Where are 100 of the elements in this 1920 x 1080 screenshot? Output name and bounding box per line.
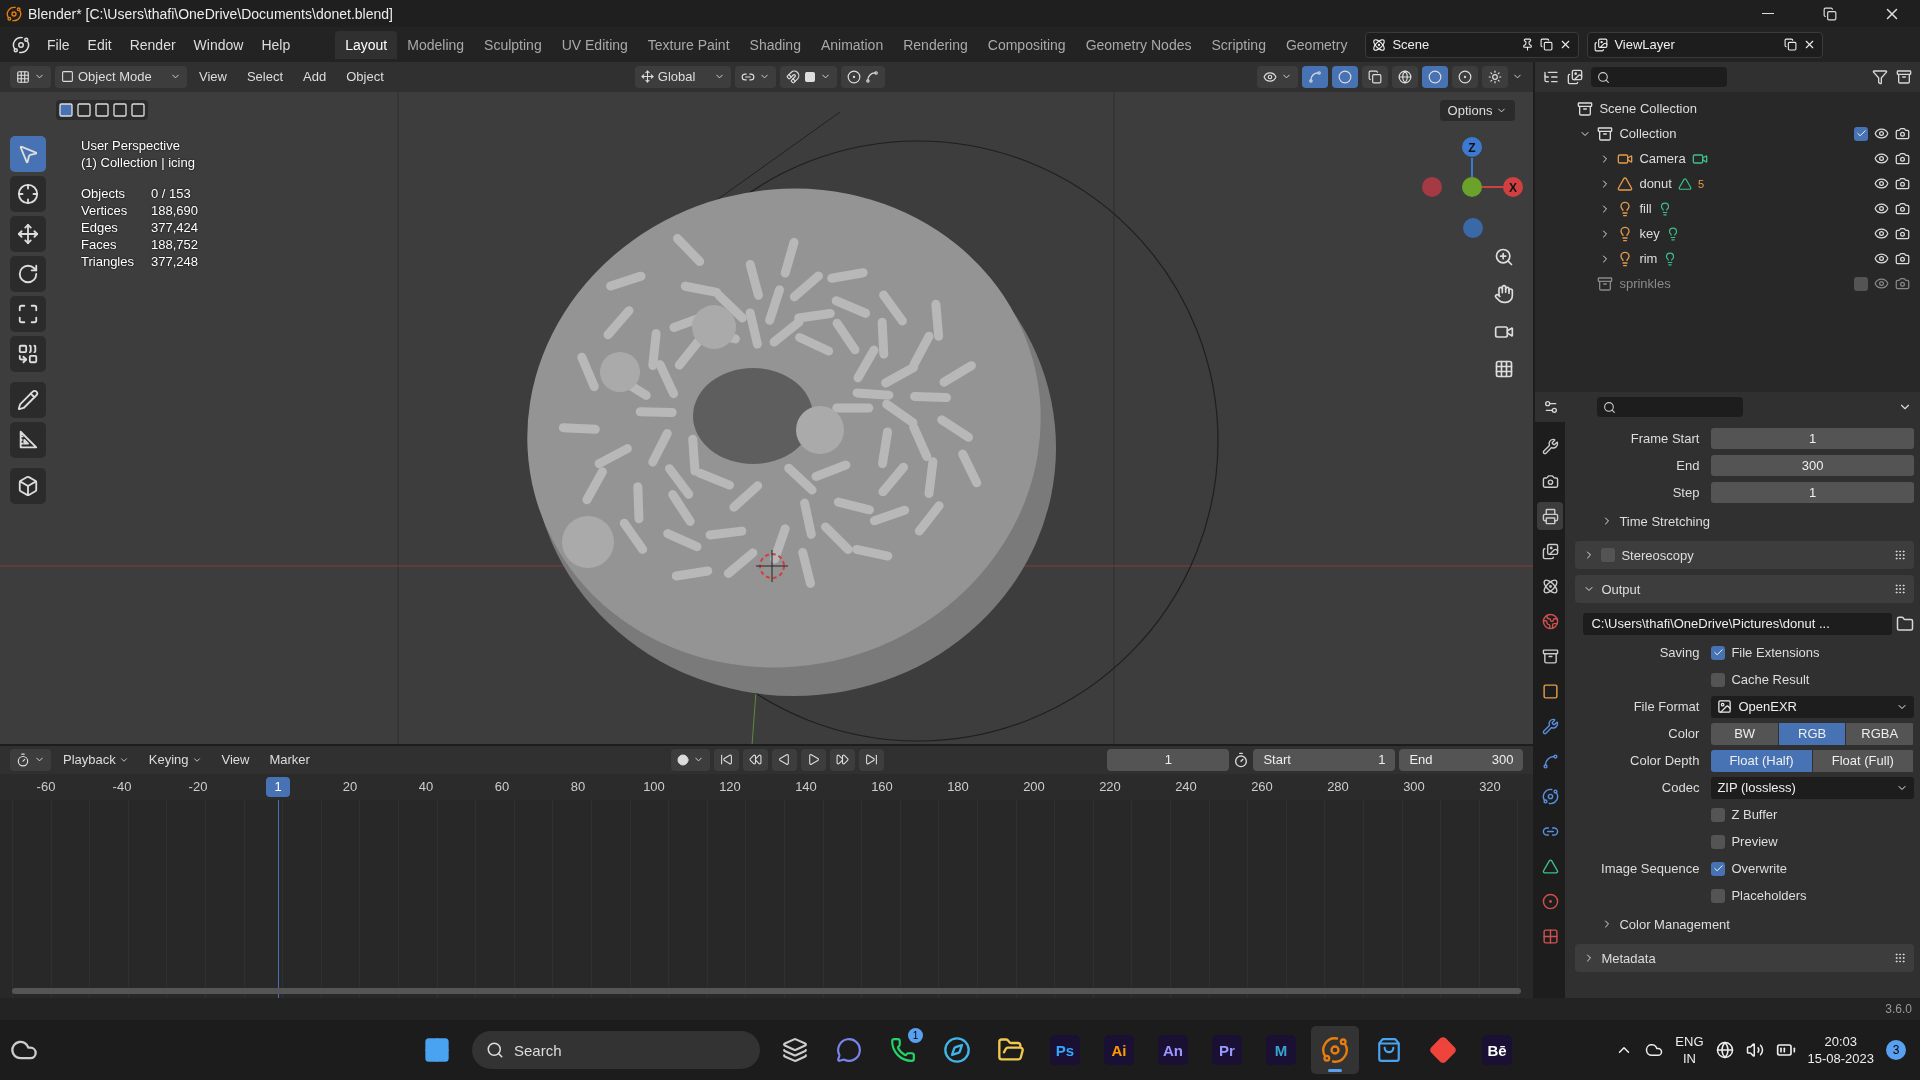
view-layer-selector[interactable]: ViewLayer: [1587, 31, 1824, 58]
menu-item[interactable]: Object: [338, 69, 392, 85]
panel-header[interactable]: Metadata: [1575, 944, 1914, 972]
clock-date[interactable]: 15-08-2023: [1807, 1050, 1874, 1067]
dropdown[interactable]: ZIP (lossless): [1711, 776, 1914, 799]
field-label: Step: [1671, 485, 1701, 500]
modifier-count: 5: [1697, 177, 1705, 190]
taskbar-app[interactable]: Ps: [1041, 1026, 1089, 1074]
menu-item[interactable]: Help: [252, 32, 300, 57]
number-field[interactable]: 1: [1711, 428, 1914, 449]
outliner-item[interactable]: donut: [1639, 176, 1672, 191]
view-title: User Perspective: [81, 137, 181, 153]
frame-tick: 320: [1478, 777, 1502, 796]
outliner-item[interactable]: fill: [1639, 201, 1652, 216]
window-title: Blender* [C:\Users\thafi\OneDrive\Documents\donet.blend]: [28, 5, 394, 22]
stat-value: 188,690: [151, 202, 198, 218]
menu-item[interactable]: View: [191, 69, 235, 85]
frame-tick: 240: [1174, 777, 1198, 796]
segment-option[interactable]: Float (Full): [1812, 749, 1914, 772]
taskbar-app[interactable]: 1: [879, 1026, 927, 1074]
menu-item[interactable]: Add: [295, 69, 335, 85]
workspace-tab[interactable]: Animation: [810, 30, 894, 59]
workspace-tab[interactable]: Compositing: [977, 30, 1076, 59]
current-frame-field[interactable]: 1: [1107, 748, 1230, 771]
frame-tick: 280: [1326, 777, 1350, 796]
workspace-tab[interactable]: Layout: [335, 30, 398, 59]
field-label: End: [1675, 458, 1701, 473]
frame-tick: -40: [111, 777, 133, 796]
checkbox-label: Z Buffer: [1731, 807, 1778, 822]
frame-tick: 300: [1402, 777, 1426, 796]
subpanel-title[interactable]: Time Stretching: [1619, 513, 1710, 529]
field-label: Frame Start: [1629, 431, 1701, 446]
playhead[interactable]: 1: [266, 776, 290, 797]
menu-item[interactable]: Window: [184, 32, 253, 57]
taskbar-app[interactable]: M: [1257, 1026, 1305, 1074]
panel-header[interactable]: Output: [1575, 575, 1914, 603]
workspace-tab[interactable]: Sculpting: [474, 30, 552, 59]
panel-header[interactable]: Stereoscopy: [1575, 541, 1914, 569]
panel-title: Output: [1601, 581, 1641, 597]
outliner-item[interactable]: rim: [1639, 251, 1658, 266]
menu-item[interactable]: Keying: [148, 752, 189, 768]
active-collection: (1) Collection | icing: [81, 154, 196, 170]
taskbar-app[interactable]: Pr: [1203, 1026, 1251, 1074]
end-frame-field[interactable]: End 300: [1399, 748, 1524, 771]
clock-time[interactable]: 20:03: [1824, 1033, 1857, 1050]
checkbox-label: Preview: [1731, 834, 1778, 849]
menu-item[interactable]: Select: [238, 69, 292, 85]
mode-dropdown[interactable]: Object Mode: [55, 65, 187, 88]
taskbar-app[interactable]: Bē: [1473, 1026, 1521, 1074]
orientation-dropdown[interactable]: Global: [634, 65, 731, 88]
workspace-tab[interactable]: Shading: [739, 30, 811, 59]
taskbar-app[interactable]: Ai: [1095, 1026, 1143, 1074]
scene-selector[interactable]: Scene: [1365, 31, 1580, 58]
outliner-item[interactable]: Scene Collection: [1599, 101, 1697, 116]
language-label[interactable]: ENG: [1675, 1033, 1704, 1050]
stat-value: 0 / 153: [151, 185, 192, 201]
axis-label: X: [1509, 180, 1517, 195]
start-frame-field[interactable]: Start 1: [1253, 748, 1396, 771]
outliner-item[interactable]: Camera: [1639, 151, 1686, 166]
frame-tick: 80: [569, 777, 587, 796]
path-field[interactable]: C:\Users\thafi\OneDrive\Pictures\donut ...: [1583, 612, 1892, 635]
menu-item[interactable]: File: [38, 32, 79, 57]
workspace-tab[interactable]: Modeling: [397, 30, 475, 59]
segment-option[interactable]: RGB: [1778, 722, 1847, 745]
field-label: Codec: [1660, 780, 1701, 795]
segment-option[interactable]: BW: [1711, 722, 1779, 745]
options-dropdown[interactable]: Options: [1439, 99, 1516, 121]
field-label: Color: [1667, 726, 1701, 741]
menu-item[interactable]: Marker: [269, 752, 310, 768]
number-field[interactable]: 1: [1711, 482, 1914, 503]
taskbar-app[interactable]: An: [1149, 1026, 1197, 1074]
dropdown[interactable]: OpenEXR: [1711, 695, 1914, 718]
frame-tick: 180: [946, 777, 970, 796]
region-label[interactable]: IN: [1682, 1050, 1696, 1067]
workspace-tab[interactable]: Texture Paint: [637, 30, 740, 59]
workspace-tab[interactable]: Geometry Nodes: [1075, 30, 1202, 59]
workspace-tab[interactable]: Rendering: [893, 30, 978, 59]
menu-item[interactable]: Playback: [63, 752, 116, 768]
frame-tick: 60: [493, 777, 511, 796]
workspace-tab[interactable]: UV Editing: [551, 30, 638, 59]
workspace-tab[interactable]: Scripting: [1201, 30, 1276, 59]
number-field[interactable]: 300: [1711, 455, 1914, 476]
frame-tick: 120: [718, 777, 742, 796]
segment-option[interactable]: RGBA: [1846, 722, 1914, 745]
stat-label: Vertices: [81, 202, 129, 218]
outliner-item[interactable]: key: [1639, 226, 1660, 241]
field-label: Color Depth: [1629, 753, 1701, 768]
subpanel-title[interactable]: Color Management: [1619, 916, 1730, 932]
app-logo: M: [1266, 1035, 1296, 1065]
segment-option[interactable]: Float (Half): [1711, 749, 1813, 772]
menu-item[interactable]: Edit: [78, 32, 121, 57]
checkbox-label: Cache Result: [1731, 672, 1810, 687]
frame-tick: 200: [1022, 777, 1046, 796]
stat-value: 377,248: [151, 253, 198, 269]
menu-item[interactable]: Render: [120, 32, 185, 57]
notification-badge[interactable]: 3: [1886, 1040, 1906, 1060]
taskbar-search[interactable]: Search: [472, 1031, 760, 1069]
workspace-tab[interactable]: Geometry: [1275, 30, 1358, 59]
menu-item[interactable]: View: [221, 752, 250, 768]
outliner-item[interactable]: Collection: [1619, 126, 1677, 141]
